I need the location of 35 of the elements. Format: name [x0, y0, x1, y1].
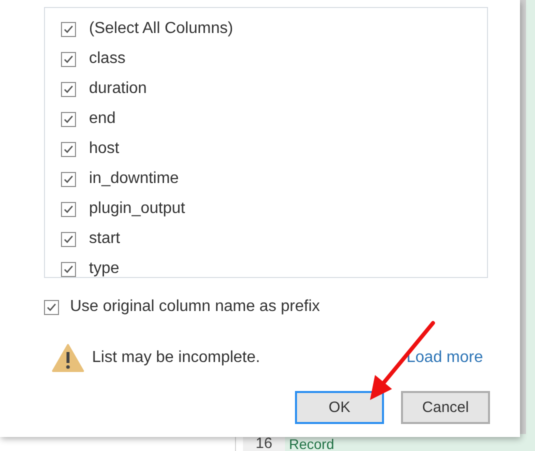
column-label[interactable]: start [89, 230, 120, 248]
checkbox[interactable] [61, 22, 76, 36]
checkbox[interactable] [61, 52, 76, 66]
checkbox[interactable] [61, 202, 76, 216]
column-label[interactable]: duration [89, 80, 147, 98]
checkmark-icon [62, 262, 75, 276]
checkmark-icon [45, 300, 58, 314]
checkmark-icon [62, 142, 75, 156]
checkmark-icon [62, 202, 75, 216]
checkbox[interactable] [61, 142, 76, 156]
column-label[interactable]: (Select All Columns) [89, 20, 234, 38]
checkbox[interactable] [61, 232, 76, 246]
checkbox[interactable] [61, 82, 76, 96]
checkmark-icon [62, 232, 75, 246]
checkbox[interactable] [61, 172, 76, 186]
column-label[interactable]: plugin_output [89, 200, 186, 218]
column-label[interactable]: host [89, 140, 120, 158]
checkbox[interactable] [61, 262, 76, 276]
column-label[interactable]: in_downtime [89, 170, 179, 188]
column-label[interactable]: type [89, 260, 120, 278]
checkmark-icon [62, 112, 75, 126]
checkmark-icon [62, 172, 75, 186]
cancel-button[interactable]: Cancel [401, 391, 490, 424]
column-label[interactable]: end [89, 110, 116, 128]
checkmark-icon [62, 82, 75, 96]
checkbox[interactable] [44, 300, 59, 314]
checkmark-icon [62, 52, 75, 66]
checkbox[interactable] [61, 112, 76, 126]
warning-message: List may be incomplete. [92, 349, 262, 367]
warning-icon [52, 344, 84, 372]
checkbox-label[interactable]: Use original column name as prefix [70, 298, 320, 316]
ok-button[interactable]: OK [295, 391, 384, 424]
checkmark-icon [62, 22, 75, 36]
load-more-link[interactable]: Load more [406, 349, 483, 367]
column-label[interactable]: class [89, 50, 126, 68]
